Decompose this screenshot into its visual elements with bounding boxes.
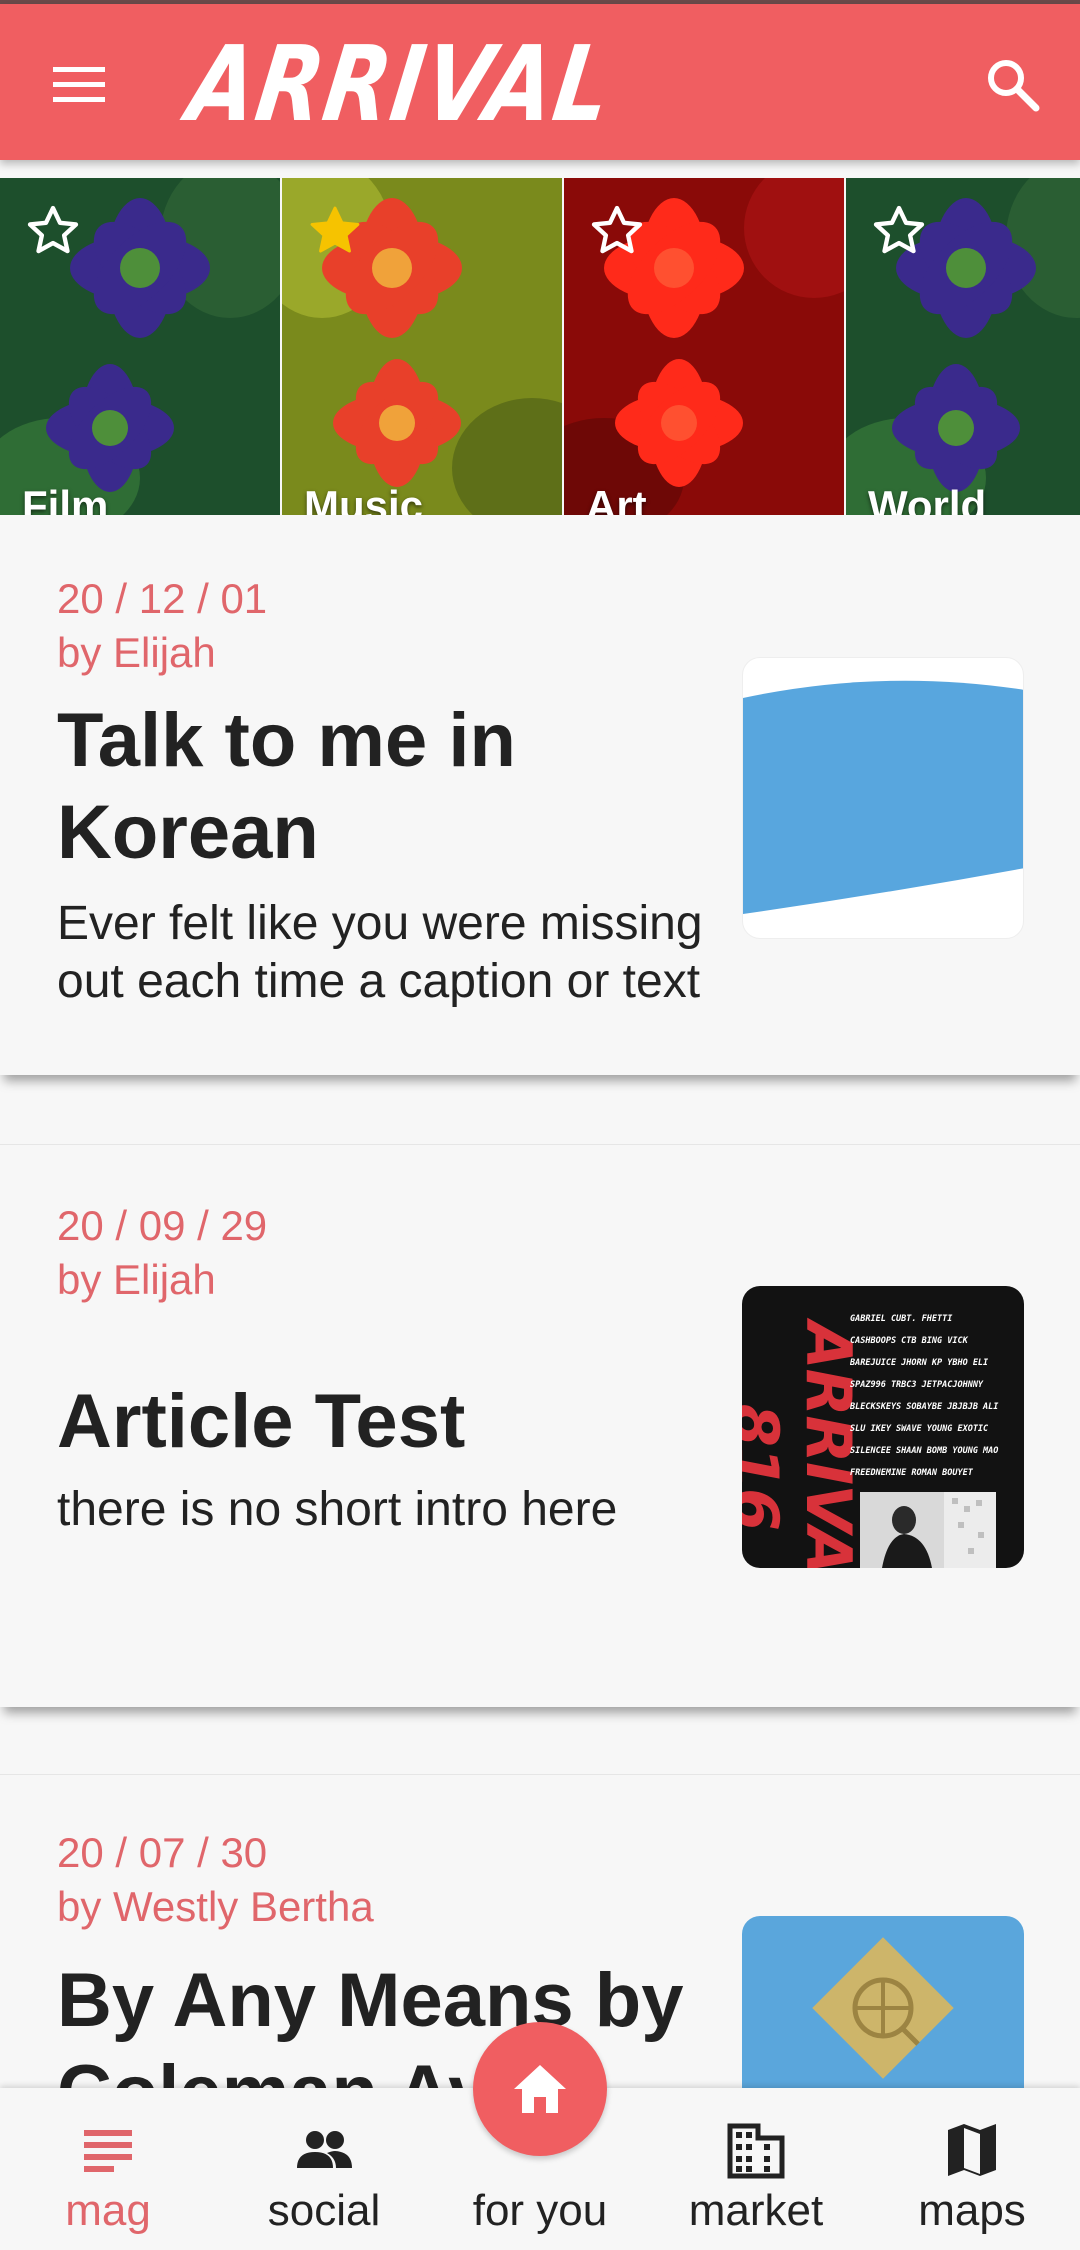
star-outline-icon[interactable] xyxy=(870,202,928,260)
category-strip[interactable]: Film Music Art World xyxy=(0,178,1080,515)
article-thumbnail-poster: ARRIVAL 816 GABRIEL CUBT. FHETTI CASHBOO… xyxy=(742,1286,1024,1568)
search-button[interactable] xyxy=(972,44,1052,124)
hamburger-menu-icon xyxy=(53,67,105,102)
article-date: 20 / 12 / 01 xyxy=(57,575,268,622)
star-outline-icon[interactable] xyxy=(24,202,82,260)
article-date: 20 / 07 / 30 xyxy=(57,1829,268,1876)
category-tile-film[interactable]: Film xyxy=(0,178,280,515)
poster-lineup: GABRIEL CUBT. FHETTI CASHBOOPS CTB BING … xyxy=(850,1314,999,1478)
article-title: Talk to me in Korean xyxy=(57,698,516,875)
nav-label: market xyxy=(688,2186,824,2235)
article-intro: there is no short intro here xyxy=(57,1483,618,1536)
star-outline-icon[interactable] xyxy=(588,202,646,260)
category-label: Film xyxy=(22,482,109,515)
article-lines-icon xyxy=(84,2130,132,2172)
article-title: Article Test xyxy=(57,1379,466,1464)
article-thumbnail xyxy=(742,657,1024,939)
menu-button[interactable] xyxy=(40,46,118,124)
nav-item-mag[interactable]: mag xyxy=(0,2088,216,2250)
map-icon xyxy=(948,2124,996,2176)
app-bar: ARRIVAL xyxy=(0,4,1080,160)
app-logo: ARRIVAL xyxy=(181,23,620,145)
poster-photo xyxy=(860,1492,996,1568)
home-fab-button[interactable] xyxy=(473,2022,607,2156)
nav-item-maps[interactable]: maps xyxy=(864,2088,1080,2250)
category-label: Art xyxy=(586,482,647,515)
category-tile-world[interactable]: World xyxy=(846,178,1080,515)
article-intro: Ever felt like you were missing out each… xyxy=(57,897,703,1008)
category-label: Music xyxy=(304,482,424,515)
article-card[interactable]: 20 / 12 / 01 by Elijah Talk to me in Kor… xyxy=(0,515,1080,1075)
search-icon xyxy=(988,60,1040,112)
nav-label: maps xyxy=(918,2186,1026,2235)
poster-title: ARRIVAL 816 xyxy=(742,1321,865,1568)
article-card[interactable]: 20 / 09 / 29 by Elijah Article Test ther… xyxy=(0,1145,1080,1707)
nav-item-social[interactable]: social xyxy=(216,2088,432,2250)
star-filled-icon[interactable] xyxy=(306,202,364,260)
nav-label: social xyxy=(267,2186,381,2235)
home-icon xyxy=(514,2065,566,2113)
article-author: by Westly Bertha xyxy=(57,1883,374,1930)
article-author: by Elijah xyxy=(57,629,216,676)
nav-item-market[interactable]: market xyxy=(648,2088,864,2250)
category-tile-art[interactable]: Art xyxy=(564,178,844,515)
article-date: 20 / 09 / 29 xyxy=(57,1202,268,1249)
category-tile-music[interactable]: Music xyxy=(282,178,562,515)
building-icon xyxy=(727,2123,785,2179)
category-label: World xyxy=(868,482,987,515)
people-icon xyxy=(297,2131,352,2168)
nav-label: mag xyxy=(65,2186,151,2235)
article-author: by Elijah xyxy=(57,1256,216,1303)
nav-label: for you xyxy=(472,2186,608,2235)
